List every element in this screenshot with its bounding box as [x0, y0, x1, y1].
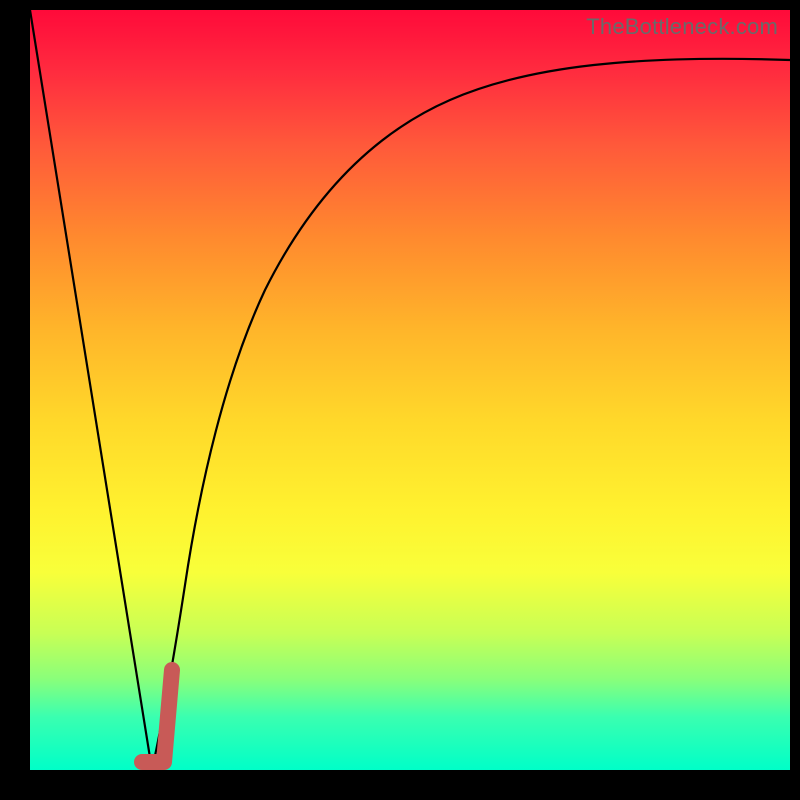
chart-plot [30, 10, 790, 770]
chart-frame: TheBottleneck.com [30, 10, 790, 770]
right-curve-line [152, 59, 790, 770]
left-slope-line [30, 10, 152, 770]
